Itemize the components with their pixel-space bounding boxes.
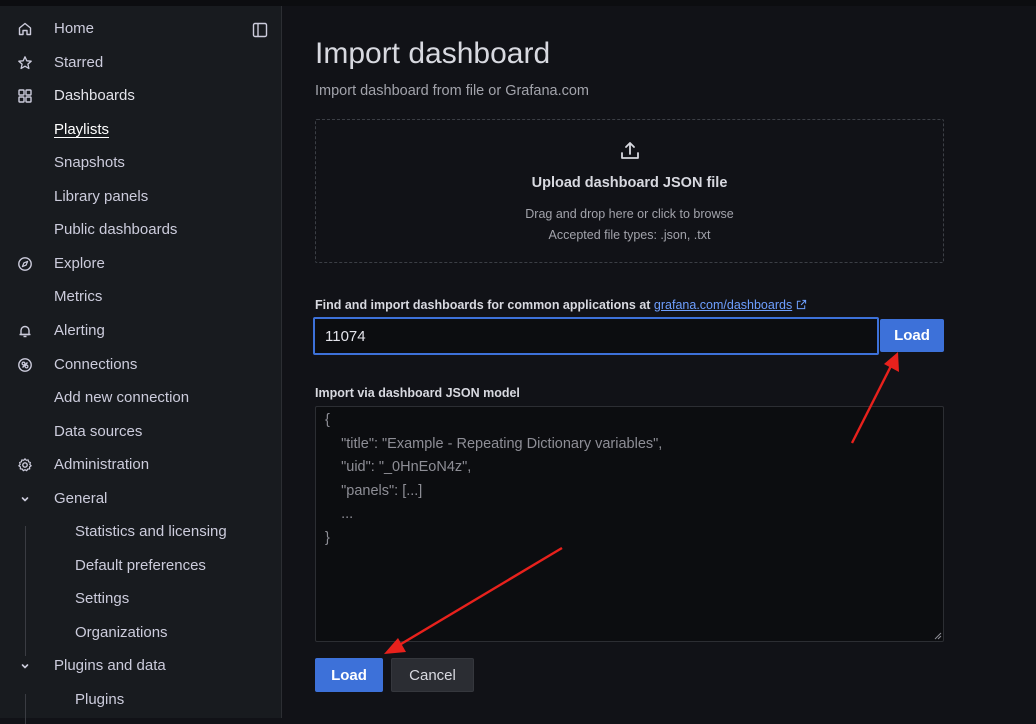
- sidebar-item-label: Public dashboards: [54, 221, 178, 238]
- sidebar-item-label: Explore: [54, 255, 105, 272]
- sidebar-item-plugins[interactable]: Plugins: [0, 685, 280, 715]
- sidebar-item-label: Playlists: [54, 121, 110, 138]
- upload-file-types: Accepted file types: .json, .txt: [548, 228, 711, 242]
- home-icon: [17, 21, 33, 37]
- sidebar-item-label: Statistics and licensing: [75, 523, 227, 540]
- main-content: Import dashboard Import dashboard from f…: [282, 6, 1036, 718]
- upload-icon: [618, 139, 642, 163]
- sidebar-item-label: Library panels: [54, 188, 149, 205]
- sidebar-item-home[interactable]: Home: [0, 14, 280, 44]
- sidebar-item-metrics[interactable]: Metrics: [0, 282, 280, 312]
- compass-icon: [17, 256, 33, 272]
- sidebar-item-dashboards[interactable]: Dashboards: [0, 81, 280, 111]
- sidebar-item-explore[interactable]: Explore: [0, 249, 280, 279]
- sidebar-item-library-panels[interactable]: Library panels: [0, 182, 280, 212]
- sidebar-item-data-sources[interactable]: Data sources: [0, 417, 280, 447]
- sidebar-item-label: Dashboards: [54, 87, 135, 104]
- connections-icon: [17, 357, 33, 373]
- external-link-icon[interactable]: [796, 299, 807, 310]
- star-icon: [17, 55, 33, 71]
- apps-icon: [17, 88, 33, 104]
- sidebar-item-label: Plugins: [75, 691, 125, 708]
- sidebar-item-label: Data sources: [54, 423, 143, 440]
- sidebar-item-label: Organizations: [75, 624, 168, 641]
- sidebar-item-alerting[interactable]: Alerting: [0, 316, 280, 346]
- sidebar-item-label: Settings: [75, 590, 130, 607]
- cog-icon: [17, 457, 33, 473]
- sidebar-item-administration[interactable]: Administration: [0, 450, 280, 480]
- sidebar-item-label: Plugins and data: [54, 657, 166, 674]
- sidebar-item-add-new-connection[interactable]: Add new connection: [0, 383, 280, 413]
- sidebar-item-label: Starred: [54, 54, 104, 71]
- sidebar-item-organizations[interactable]: Organizations: [0, 618, 280, 648]
- sidebar-item-public-dashboards[interactable]: Public dashboards: [0, 215, 280, 245]
- sidebar-item-statistics-and-licensing[interactable]: Statistics and licensing: [0, 517, 280, 547]
- load-json-button[interactable]: Load: [315, 658, 383, 692]
- chevron-down-icon: [17, 491, 33, 507]
- sidebar-item-label: Administration: [54, 456, 150, 473]
- resize-handle-icon[interactable]: [934, 632, 942, 640]
- sidebar-item-label: Snapshots: [54, 154, 125, 171]
- page-subtitle: Import dashboard from file or Grafana.co…: [315, 83, 590, 99]
- json-model-label: Import via dashboard JSON model: [315, 386, 520, 400]
- page-title: Import dashboard: [315, 37, 551, 70]
- sidebar-item-default-preferences[interactable]: Default preferences: [0, 551, 280, 581]
- grafana-dashboards-link[interactable]: grafana.com/dashboards: [654, 298, 792, 312]
- sidebar-item-connections[interactable]: Connections: [0, 350, 280, 380]
- bell-icon: [17, 323, 33, 339]
- cancel-button[interactable]: Cancel: [391, 658, 474, 692]
- upload-dropzone[interactable]: Upload dashboard JSON file Drag and drop…: [315, 119, 944, 263]
- sidebar-item-label: Home: [54, 20, 95, 37]
- sidebar-item-label: Alerting: [54, 322, 105, 339]
- json-model-textarea[interactable]: { "title": "Example - Repeating Dictiona…: [315, 406, 944, 642]
- sidebar-item-playlists[interactable]: Playlists: [0, 115, 280, 145]
- grafana-com-label-text: Find and import dashboards for common ap…: [315, 298, 654, 312]
- upload-title: Upload dashboard JSON file: [531, 175, 728, 191]
- sidebar-item-label: Default preferences: [75, 557, 206, 574]
- sidebar-item-snapshots[interactable]: Snapshots: [0, 148, 280, 178]
- sidebar-item-label: General: [54, 490, 108, 507]
- sidebar-item-plugins-and-data[interactable]: Plugins and data: [0, 651, 280, 681]
- sidebar-item-label: Metrics: [54, 288, 103, 305]
- sidebar-item-label: Connections: [54, 356, 138, 373]
- grafana-dashboard-id-input[interactable]: [313, 317, 879, 355]
- sidebar-nav: Home Starred Dashboards Playlists Snapsh…: [0, 6, 282, 724]
- sidebar-item-general[interactable]: General: [0, 484, 280, 514]
- upload-hint: Drag and drop here or click to browse: [525, 207, 734, 221]
- load-dashboard-id-button[interactable]: Load: [880, 319, 944, 352]
- sidebar-item-label: Add new connection: [54, 389, 190, 406]
- chevron-down-icon: [17, 658, 33, 674]
- sidebar-item-settings[interactable]: Settings: [0, 584, 280, 614]
- grafana-com-label: Find and import dashboards for common ap…: [315, 298, 807, 312]
- sidebar-item-starred[interactable]: Starred: [0, 48, 280, 78]
